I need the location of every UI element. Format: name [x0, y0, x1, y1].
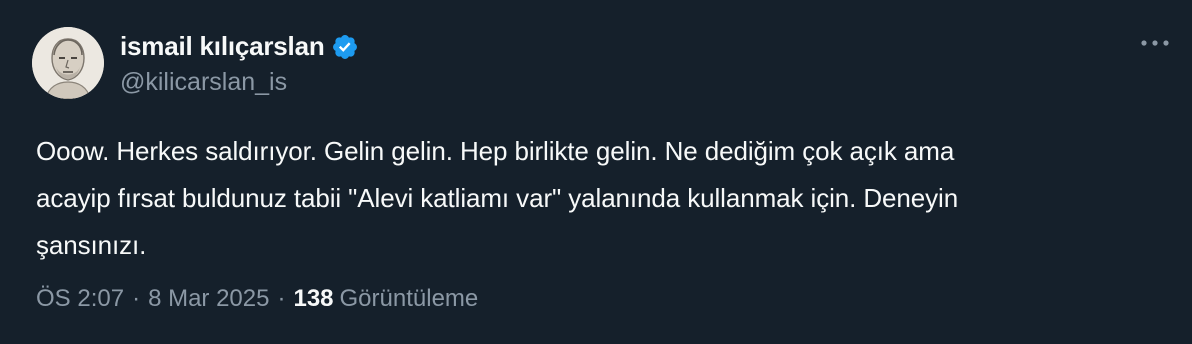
- tweet-time[interactable]: ÖS 2:07: [36, 285, 124, 313]
- user-handle[interactable]: @kilicarslan_is: [120, 68, 359, 97]
- avatar[interactable]: [32, 27, 104, 99]
- tweet-meta: ÖS 2:07 · 8 Mar 2025 · 138 Görüntüleme: [36, 285, 478, 313]
- display-name-row: ismail kılıçarslan: [120, 30, 359, 64]
- tweet-text-line: Ooow. Herkes saldırıyor. Gelin gelin. He…: [36, 136, 955, 166]
- tweet-card: ismail kılıçarslan @kilicarslan_is Ooow.…: [0, 0, 1192, 344]
- tweet-header: ismail kılıçarslan @kilicarslan_is: [32, 26, 359, 100]
- tweet-date[interactable]: 8 Mar 2025: [148, 285, 269, 313]
- meta-separator: ·: [132, 285, 141, 312]
- verified-badge-icon[interactable]: [331, 33, 359, 61]
- display-name[interactable]: ismail kılıçarslan: [120, 31, 325, 62]
- views-count[interactable]: 138: [293, 285, 333, 313]
- tweet-text-line: acayip fırsat buldunuz tabii "Alevi katl…: [36, 183, 959, 213]
- views-label[interactable]: Görüntüleme: [340, 285, 479, 313]
- more-options-button[interactable]: [1132, 24, 1178, 62]
- meta-separator: ·: [277, 285, 286, 312]
- more-horizontal-icon: [1141, 40, 1169, 46]
- tweet-text-line: şansınızı.: [36, 230, 147, 260]
- tweet-text: Ooow. Herkes saldırıyor. Gelin gelin. He…: [36, 128, 1156, 269]
- user-names: ismail kılıçarslan @kilicarslan_is: [120, 30, 359, 97]
